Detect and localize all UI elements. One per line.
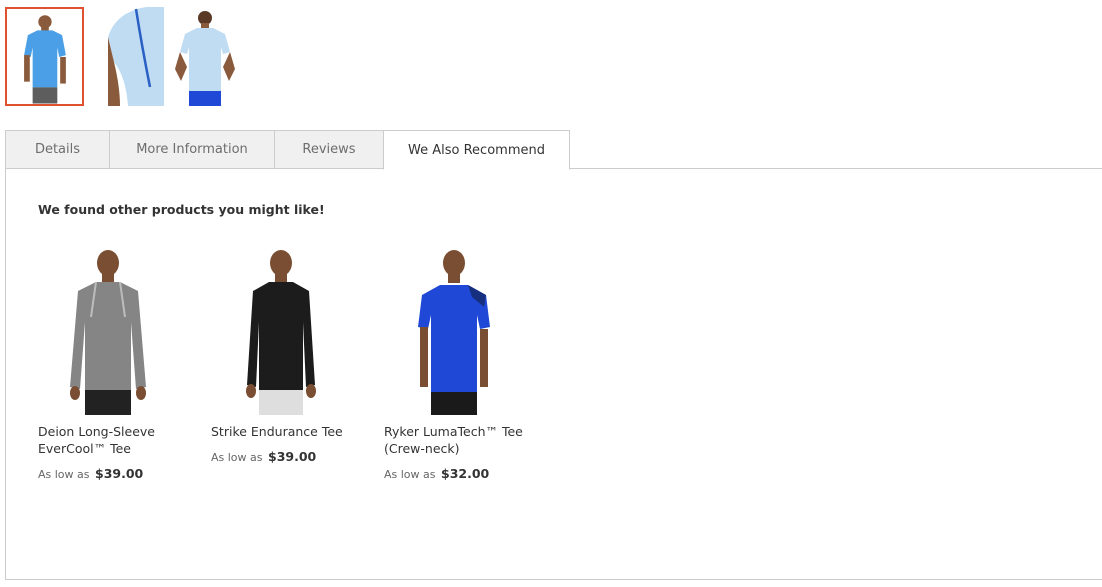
product-name-link[interactable]: Ryker LumaTech™ Tee (Crew-neck) [384, 423, 534, 457]
tab-reviews[interactable]: Reviews [274, 130, 383, 169]
tab-we-also-recommend[interactable]: We Also Recommend [383, 130, 570, 170]
price-box: As low as $32.00 [384, 466, 534, 481]
tee-front-image [7, 9, 82, 104]
price-value: $39.00 [95, 466, 144, 481]
price-value: $32.00 [441, 466, 490, 481]
tab-more-information-label: More Information [136, 142, 248, 157]
product-name-link[interactable]: Deion Long-Sleeve EverCool™ Tee [38, 423, 188, 457]
product-page: Details More Information Reviews We Also… [0, 0, 1102, 587]
tab-details-label: Details [34, 142, 81, 157]
product-name-link[interactable]: Strike Endurance Tee [211, 423, 361, 440]
product-card: Strike Endurance Tee As low as $39.00 [211, 247, 361, 464]
long-sleeve-tee-photo [38, 247, 178, 415]
product-card: Deion Long-Sleeve EverCool™ Tee As low a… [38, 247, 188, 481]
product-image[interactable] [384, 247, 524, 415]
tee-back-image [167, 7, 246, 106]
recommend-heading: We found other products you might like! [38, 202, 325, 217]
black-long-sleeve-tee-photo [211, 247, 351, 415]
price-prefix: As low as [211, 451, 263, 464]
product-image[interactable] [38, 247, 178, 415]
tab-more-information[interactable]: More Information [109, 130, 274, 169]
product-card: Ryker LumaTech™ Tee (Crew-neck) As low a… [384, 247, 534, 481]
recommend-panel: We found other products you might like! … [5, 168, 1102, 580]
product-image[interactable] [211, 247, 351, 415]
price-box: As low as $39.00 [38, 466, 188, 481]
tab-reviews-label: Reviews [302, 142, 356, 157]
price-prefix: As low as [384, 468, 436, 481]
thumbnail-front[interactable] [5, 7, 84, 106]
price-value: $39.00 [268, 449, 317, 464]
price-box: As low as $39.00 [211, 449, 361, 464]
blue-crew-neck-tee-photo [384, 247, 524, 415]
price-prefix: As low as [38, 468, 90, 481]
thumbnail-back[interactable] [167, 7, 246, 106]
tab-details[interactable]: Details [5, 130, 109, 169]
tab-we-also-recommend-label: We Also Recommend [408, 142, 545, 158]
